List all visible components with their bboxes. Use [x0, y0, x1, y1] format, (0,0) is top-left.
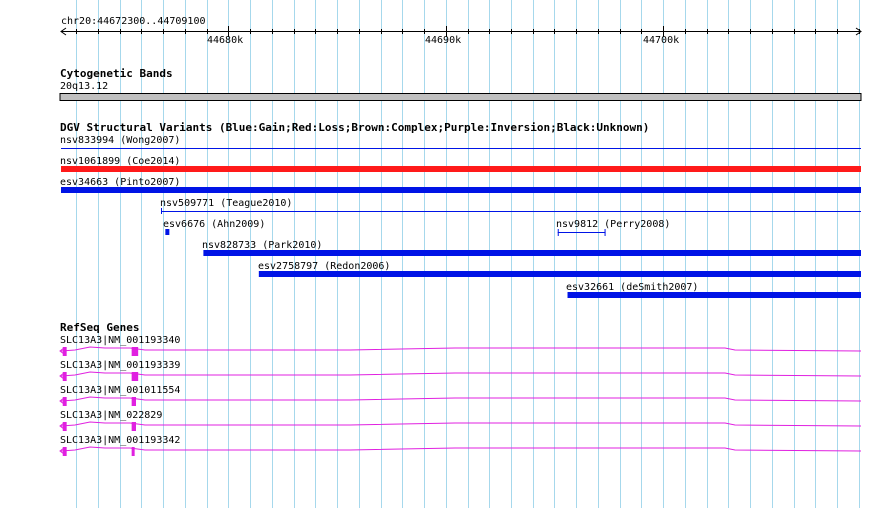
gene-exon [62, 397, 67, 406]
variant-label: nsv509771 (Teague2010) [160, 198, 293, 209]
cytoband-track [59, 93, 862, 101]
gene-intron-line [60, 396, 862, 402]
gene-exon [62, 347, 67, 356]
variant-label: nsv833994 (Wong2007) [60, 135, 181, 146]
cytoband-bar [59, 93, 862, 101]
gene-intron-line [60, 446, 862, 452]
gene-exon [62, 447, 67, 456]
variant-label: esv34663 (Pinto2007) [60, 177, 181, 188]
refseq-track-title: RefSeq Genes [60, 321, 140, 334]
variant-bar [61, 187, 861, 193]
variant-label: esv2758797 (Redon2006) [258, 261, 391, 272]
variant-label: nsv9812 (Perry2008) [556, 219, 671, 230]
variant-bar [61, 166, 861, 172]
gene-exon [62, 372, 67, 381]
gene-exon [131, 447, 135, 456]
cytoband-label: 20q13.12 [60, 81, 109, 92]
dgv-track-title: DGV Structural Variants (Blue:Gain;Red:L… [60, 121, 650, 134]
ruler-tick-label: 44680k [207, 35, 244, 46]
gene-intron-line [60, 346, 862, 352]
variant-label: nsv828733 (Park2010) [202, 240, 323, 251]
gene-label: SLC13A3|NM_001193339 [60, 360, 181, 371]
region-label: chr20:44672300..44709100 [61, 16, 206, 27]
gene-label: SLC13A3|NM_001193340 [60, 335, 181, 346]
genome-browser-view: chr20:44672300..44709100 44680k 44690k 4… [0, 0, 890, 508]
variant-label: esv6676 (Ahn2009) [163, 219, 266, 230]
variant-label: esv32661 (deSmith2007) [566, 282, 699, 293]
ruler-tick-label: 44690k [425, 35, 462, 46]
gene-intron-line [60, 421, 862, 427]
gene-exon [131, 422, 136, 431]
gene-exon [131, 397, 136, 406]
variant-label: nsv1061899 (Coe2014) [60, 156, 181, 167]
gene-exon [62, 422, 67, 431]
ruler-tick-label: 44700k [643, 35, 680, 46]
gene-exon [131, 347, 139, 356]
gene-label: SLC13A3|NM_022829 [60, 410, 163, 421]
gene-exon [131, 372, 139, 381]
cytoband-track-title: Cytogenetic Bands [60, 67, 173, 80]
gene-label: SLC13A3|NM_001011554 [60, 385, 181, 396]
gene-intron-line [60, 371, 862, 377]
gene-label: SLC13A3|NM_001193342 [60, 435, 181, 446]
